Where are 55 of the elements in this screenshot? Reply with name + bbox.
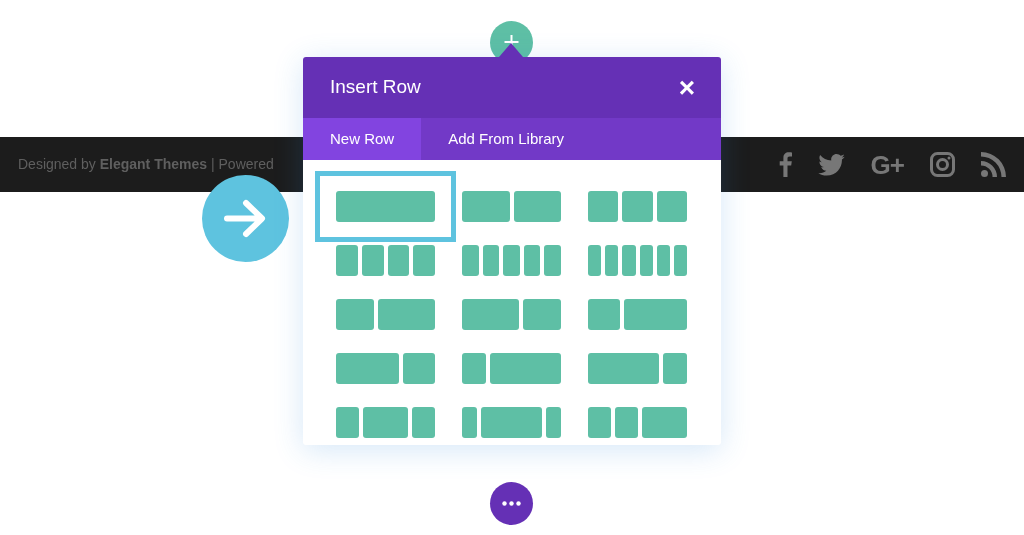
column-block: [622, 245, 636, 276]
column-block: [622, 191, 653, 222]
column-block: [378, 299, 435, 330]
column-block: [673, 245, 688, 276]
column-block: [462, 299, 519, 330]
column-block: [462, 407, 478, 438]
column-block: [361, 245, 384, 276]
close-button[interactable]: ×: [678, 73, 695, 102]
column-block: [641, 407, 687, 438]
column-block: [387, 245, 410, 276]
column-block: [656, 245, 670, 276]
column-block: [336, 353, 400, 384]
column-block: [588, 353, 660, 384]
column-block: [462, 353, 486, 384]
column-block: [588, 191, 619, 222]
camera-icon[interactable]: [930, 152, 955, 177]
column-block: [605, 245, 619, 276]
column-block: [639, 245, 653, 276]
column-block: [544, 245, 561, 276]
column-block: [362, 407, 409, 438]
column-block: [336, 407, 359, 438]
column-block: [523, 299, 561, 330]
bird-icon[interactable]: [817, 153, 845, 176]
column-block: [623, 299, 687, 330]
column-block: [336, 299, 374, 330]
row-layout-option[interactable]: [315, 171, 456, 242]
column-block: [482, 245, 500, 276]
column-block: [588, 299, 620, 330]
column-block: [489, 353, 561, 384]
dialog-title: Insert Row: [330, 75, 421, 100]
column-block: [656, 191, 687, 222]
column-block: [588, 407, 611, 438]
column-block: [336, 245, 358, 276]
column-block: [481, 407, 542, 438]
column-block: [663, 353, 687, 384]
column-block: [588, 245, 602, 276]
google-plus-link[interactable]: G+: [870, 151, 904, 178]
rss-icon[interactable]: [981, 152, 1006, 177]
tab[interactable]: New Row: [303, 118, 422, 160]
column-block: [513, 191, 561, 222]
column-block: [503, 245, 520, 276]
more-icon: [502, 501, 521, 506]
arrow-button[interactable]: [202, 175, 289, 262]
column-block: [545, 407, 561, 438]
footer-credit: Designed by Elegant Themes | Powered: [18, 155, 274, 174]
column-block: [462, 245, 479, 276]
facebook-icon[interactable]: [778, 152, 792, 177]
column-block: [614, 407, 638, 438]
column-block: [413, 245, 435, 276]
more-button[interactable]: [490, 482, 533, 525]
column-block: [403, 353, 435, 384]
column-block: [412, 407, 435, 438]
column-block: [462, 191, 510, 222]
column-block: [523, 245, 541, 276]
tab[interactable]: Add From Library: [421, 118, 592, 160]
